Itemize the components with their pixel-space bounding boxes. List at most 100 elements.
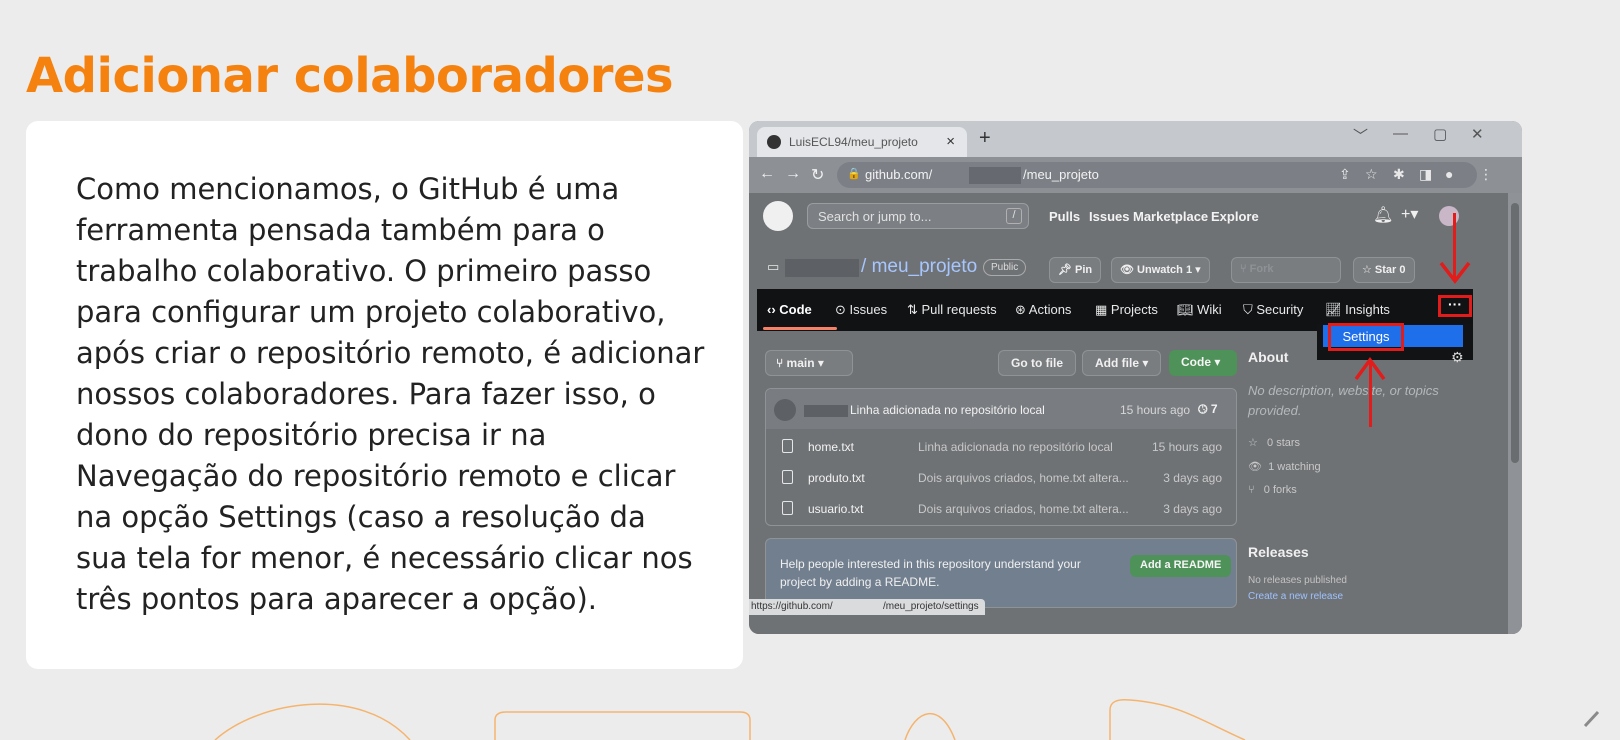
url-path: /meu_projeto: [1023, 167, 1099, 182]
body-text: Como mencionamos, o GitHub é uma ferrame…: [76, 172, 705, 616]
tab-security[interactable]: ⛉ Security: [1243, 302, 1303, 318]
tab-code[interactable]: ‹› Code: [767, 302, 812, 317]
browser-menu-icon[interactable]: ⋮: [1479, 166, 1493, 183]
no-releases-text: No releases published: [1248, 575, 1347, 586]
repo-separator: /: [861, 256, 867, 277]
redacted-username: [969, 167, 1021, 184]
go-to-file-button[interactable]: Go to file: [998, 350, 1076, 376]
nav-explore[interactable]: Explore: [1211, 209, 1259, 224]
url-field[interactable]: 🔒 github.com/ /meu_projeto: [837, 162, 1477, 188]
star-count: 0: [1399, 264, 1406, 276]
file-time: 3 days ago: [1163, 471, 1222, 485]
repo-name[interactable]: / meu_projeto: [861, 256, 977, 278]
decorative-outlines: [214, 698, 1600, 740]
list-item[interactable]: usuario.txt Dois arquivos criados, home.…: [766, 495, 1236, 525]
active-tab-underline: [763, 327, 837, 330]
tab-actions[interactable]: ⊛ Actions: [1015, 302, 1071, 318]
annotation-arrow-up-head: [1354, 357, 1386, 381]
create-new-icon[interactable]: +▾: [1401, 204, 1418, 224]
tab-bar: LuisECL94/meu_projeto × + ﹀ — ▢ ✕: [749, 121, 1522, 157]
visibility-badge: Public: [983, 259, 1027, 276]
close-window-icon[interactable]: ✕: [1471, 125, 1484, 143]
github-logo-icon[interactable]: [763, 201, 793, 231]
search-placeholder: Search or jump to...: [818, 209, 932, 224]
forward-icon[interactable]: →: [785, 165, 801, 183]
nav-issues[interactable]: Issues: [1089, 209, 1129, 224]
nav-pulls[interactable]: Pulls: [1049, 209, 1080, 224]
file-icon: [782, 470, 793, 484]
more-options-button[interactable]: ···: [1438, 295, 1472, 317]
slide-title: Adicionar colaboradores: [26, 48, 674, 104]
side-panel-icon[interactable]: ◨: [1419, 166, 1432, 183]
back-icon[interactable]: ←: [759, 165, 775, 183]
list-item[interactable]: home.txt Linha adicionada no repositório…: [766, 433, 1236, 463]
user-avatar[interactable]: [1439, 206, 1459, 226]
latest-commit: Linha adicionada no repositório local 15…: [766, 389, 1236, 429]
list-item[interactable]: produto.txt Dois arquivos criados, home.…: [766, 464, 1236, 494]
url-host: github.com/: [865, 167, 933, 182]
extensions-icon[interactable]: ✱: [1393, 166, 1405, 183]
commit-message[interactable]: Linha adicionada no repositório local: [850, 403, 1045, 417]
file-commit-message[interactable]: Dois arquivos criados, home.txt altera..…: [918, 502, 1129, 516]
add-readme-button[interactable]: Add a README: [1130, 555, 1232, 577]
tab-wiki[interactable]: 📖︎ Wiki: [1177, 302, 1222, 318]
notifications-bell-icon[interactable]: 🔔︎: [1373, 205, 1393, 225]
redacted-owner: [785, 259, 859, 277]
status-url-end: /meu_projeto/settings: [883, 601, 979, 612]
bookmark-star-icon[interactable]: ☆: [1365, 166, 1378, 183]
gear-icon[interactable]: ⚙: [1451, 349, 1464, 366]
pin-button[interactable]: 📌︎ Pin: [1049, 257, 1102, 283]
search-input[interactable]: Search or jump to... /: [807, 203, 1029, 229]
create-release-link[interactable]: Create a new release: [1248, 591, 1343, 602]
file-commit-message[interactable]: Linha adicionada no repositório local: [918, 440, 1113, 454]
address-bar: ← → ↻ 🔒 github.com/ /meu_projeto ⇪ ☆ ✱ ◨…: [749, 157, 1522, 193]
star-button[interactable]: ☆ Star 0: [1353, 257, 1415, 283]
readme-prompt-text: Help people interested in this repositor…: [780, 557, 1081, 589]
scrollbar-thumb[interactable]: [1511, 203, 1519, 463]
settings-menu-item[interactable]: Settings: [1328, 323, 1404, 351]
repo-header: ▭ / meu_projeto Public 📌︎ Pin 👁︎ Unwatch…: [749, 247, 1522, 287]
file-name[interactable]: produto.txt: [808, 471, 865, 485]
file-commit-message[interactable]: Dois arquivos criados, home.txt altera..…: [918, 471, 1129, 485]
tab-close-icon[interactable]: ×: [946, 133, 955, 150]
browser-tab[interactable]: LuisECL94/meu_projeto ×: [757, 127, 967, 157]
releases-title[interactable]: Releases: [1248, 544, 1309, 560]
search-shortcut-key: /: [1006, 208, 1022, 224]
readme-prompt: Help people interested in this repositor…: [765, 538, 1237, 608]
repo-name-text: meu_projeto: [871, 256, 978, 277]
unwatch-button[interactable]: 👁︎ Unwatch 1 ▾: [1111, 257, 1210, 283]
minimize-tabs-icon[interactable]: ﹀: [1353, 125, 1368, 146]
file-list: Linha adicionada no repositório local 15…: [765, 388, 1237, 526]
minimize-icon[interactable]: —: [1393, 125, 1408, 142]
github-page: Search or jump to... / Pulls Issues Mark…: [749, 193, 1522, 634]
commit-count[interactable]: 🕓︎ 7: [1198, 402, 1218, 417]
commit-time: 15 hours ago: [1120, 403, 1191, 417]
tab-projects[interactable]: ▦ Projects: [1095, 302, 1158, 318]
branch-selector[interactable]: ⑂ main ▾: [765, 350, 853, 376]
maximize-icon[interactable]: ▢: [1433, 125, 1447, 143]
file-icon: [782, 501, 793, 515]
file-time: 15 hours ago: [1151, 440, 1222, 454]
lock-icon: 🔒: [847, 168, 861, 180]
file-name[interactable]: usuario.txt: [808, 502, 863, 516]
profile-icon[interactable]: ●: [1445, 166, 1453, 182]
browser-screenshot: LuisECL94/meu_projeto × + ﹀ — ▢ ✕ ← → ↻ …: [749, 121, 1522, 634]
fork-button[interactable]: ⑂ Fork: [1231, 257, 1341, 283]
tab-pull-requests[interactable]: ⇅ Pull requests: [907, 302, 997, 318]
tab-issues[interactable]: ⊙ Issues: [835, 302, 887, 318]
file-name[interactable]: home.txt: [808, 440, 854, 454]
annotation-arrow-down-head: [1439, 261, 1471, 284]
reload-icon[interactable]: ↻: [811, 165, 824, 185]
tab-insights[interactable]: 📈︎ Insights: [1325, 302, 1390, 318]
stars-stat[interactable]: ☆ 0 stars: [1248, 436, 1300, 449]
about-description: No description, website, or topics provi…: [1248, 383, 1439, 418]
watching-stat[interactable]: 👁︎ 1 watching: [1248, 460, 1321, 473]
code-button[interactable]: Code ▾: [1169, 350, 1237, 376]
redacted-committer: [804, 405, 848, 417]
watch-count: 1: [1185, 264, 1193, 276]
add-file-button[interactable]: Add file ▾: [1082, 350, 1162, 376]
new-tab-button[interactable]: +: [979, 127, 991, 150]
nav-marketplace[interactable]: Marketplace: [1133, 209, 1208, 224]
share-icon[interactable]: ⇪: [1339, 166, 1351, 183]
forks-stat[interactable]: ⑂ 0 forks: [1248, 484, 1297, 496]
